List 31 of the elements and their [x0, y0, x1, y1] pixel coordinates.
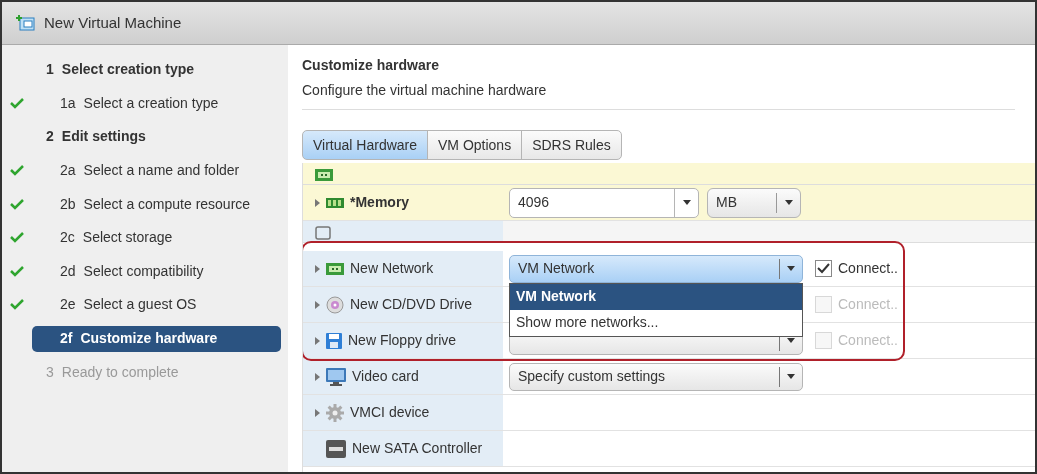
wizard-step[interactable]: 2f Customize hardware	[32, 325, 281, 352]
tab[interactable]: VM Options	[427, 130, 523, 160]
select-field[interactable]: Specify custom settings	[509, 362, 803, 391]
window-title: New Virtual Machine	[44, 12, 182, 33]
tab[interactable]: SDRS Rules	[521, 130, 622, 160]
menu-item[interactable]: Show more networks...	[510, 309, 802, 336]
connect-label: Connect..	[838, 259, 898, 278]
wizard-step[interactable]: 2a Select a name and folder	[32, 157, 240, 184]
device-label: New Floppy drive	[348, 331, 457, 350]
wizard-step[interactable]: 2e Select a guest OS	[32, 291, 197, 318]
wizard-step[interactable]: 1 Select creation type	[32, 56, 195, 83]
unit-dropdown[interactable]: MB	[707, 187, 801, 218]
device-label: Video card	[352, 367, 419, 386]
device-label: VMCI device	[350, 403, 430, 422]
device-label: New CD/DVD Drive	[350, 295, 473, 314]
device-label: New SATA Controller	[352, 439, 483, 458]
wizard-step[interactable]: 1a Select a creation type	[32, 90, 219, 117]
wizard-step[interactable]: 2b Select a compute resource	[32, 191, 251, 218]
device-label: *Memory	[350, 193, 410, 212]
wizard-step[interactable]: 2d Select compatibility	[32, 258, 204, 285]
device-label: New Network	[350, 259, 434, 278]
select-field[interactable]: VM Network	[509, 254, 803, 283]
tab[interactable]: Virtual Hardware	[302, 130, 428, 160]
page-subtitle: Configure the virtual machine hardware	[302, 81, 548, 100]
page-title: Customize hardware	[302, 56, 440, 75]
connect-label: Connect..	[838, 295, 898, 314]
memory-field[interactable]: 4096	[509, 187, 699, 218]
menu-item[interactable]: VM Network	[510, 283, 802, 310]
connect-label: Connect..	[838, 331, 898, 350]
wizard-step[interactable]: 2 Edit settings	[32, 124, 146, 150]
wizard-step[interactable]: 2c Select storage	[32, 224, 173, 251]
